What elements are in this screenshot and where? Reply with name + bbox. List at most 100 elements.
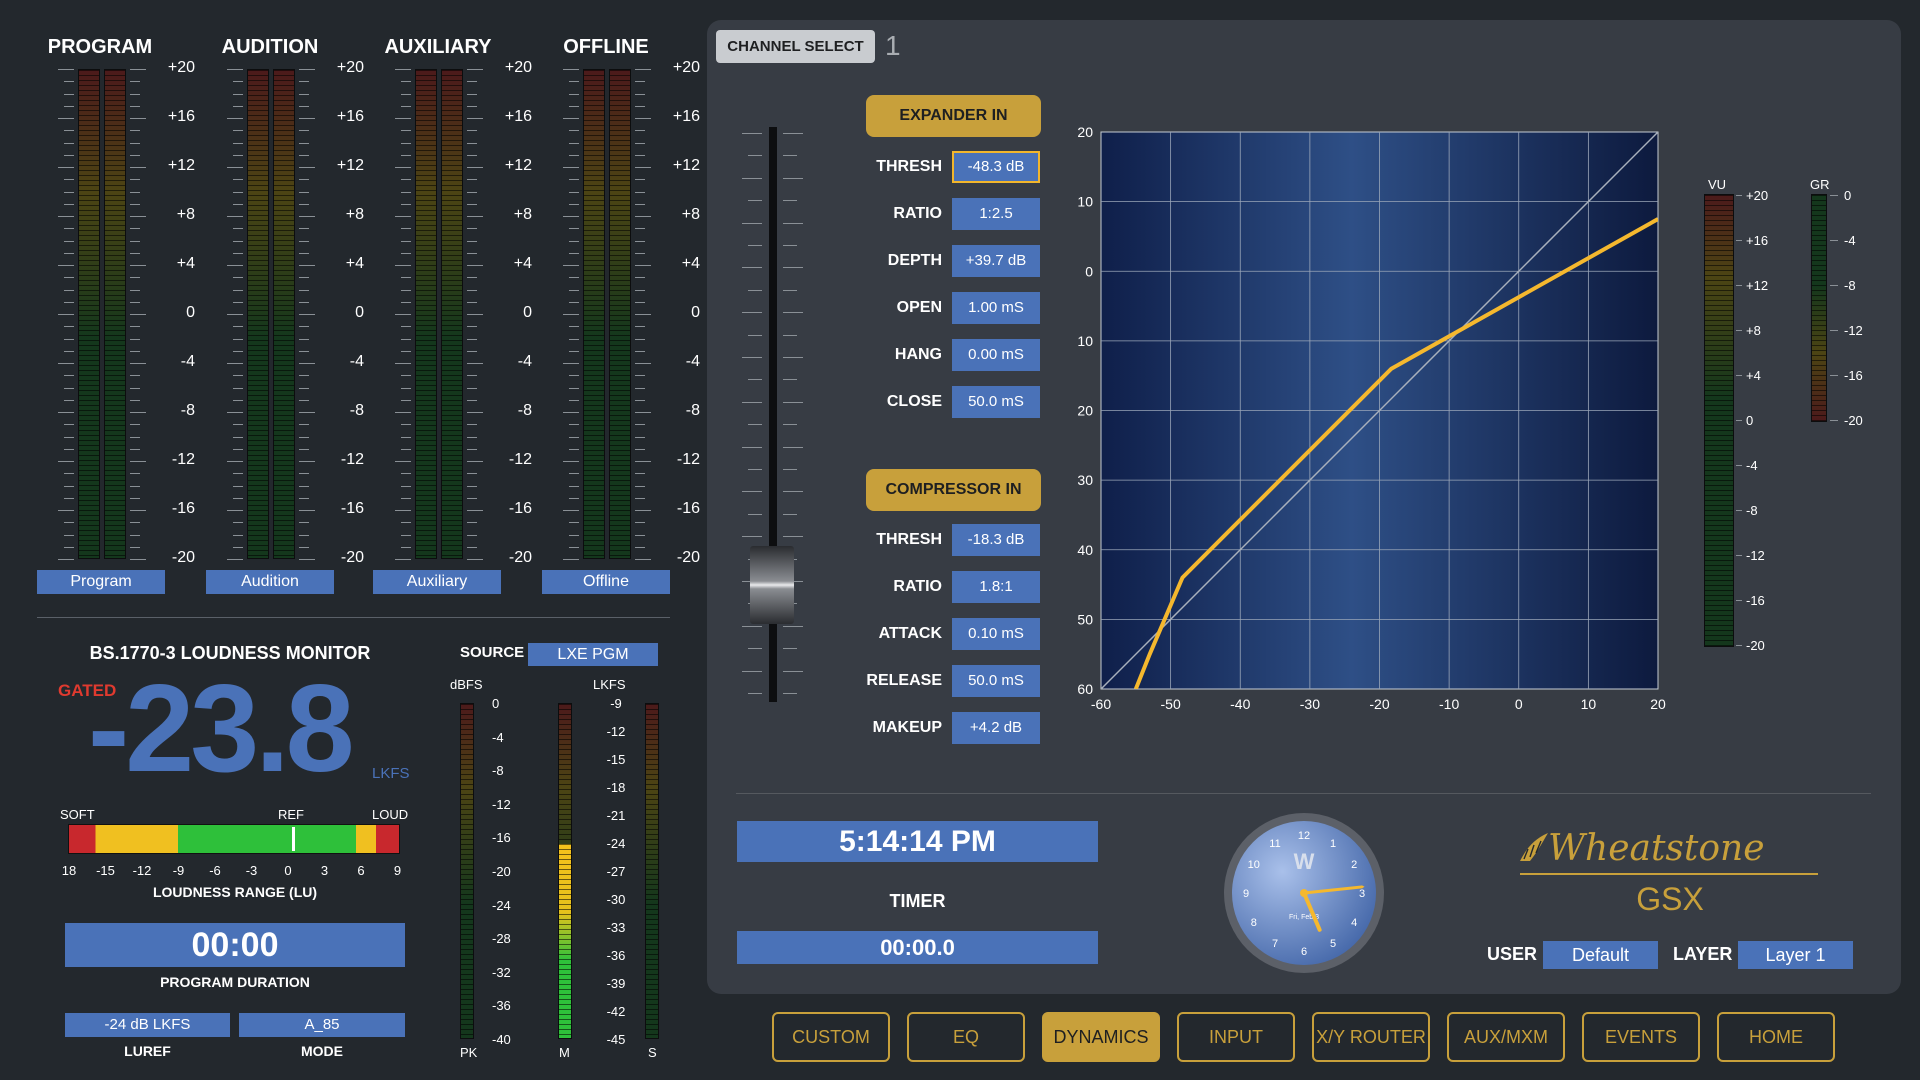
expander-hang-value[interactable]: 0.00 mS — [952, 339, 1040, 371]
gr-meter — [1811, 194, 1827, 422]
expander-thresh-value[interactable]: -48.3 dB — [952, 151, 1040, 183]
source-select[interactable]: LXE PGM — [528, 643, 658, 666]
meter-tick — [130, 228, 140, 230]
gr-label: GR — [1810, 177, 1830, 192]
nav-button-dynamics[interactable]: DYNAMICS — [1042, 1012, 1160, 1062]
vu-tick — [1736, 330, 1742, 331]
meter-tick — [233, 326, 243, 328]
expander-in-button[interactable]: EXPANDER IN — [866, 95, 1041, 137]
meter-tick — [227, 118, 243, 119]
fader-tick — [742, 401, 762, 403]
compressor-release-value[interactable]: 50.0 mS — [952, 665, 1040, 697]
meter-tick — [130, 216, 146, 217]
meter-tick — [130, 363, 146, 364]
meter-tick — [233, 448, 243, 450]
expander-open-value[interactable]: 1.00 mS — [952, 292, 1040, 324]
meter-tick — [233, 203, 243, 205]
luref-label: LUREF — [124, 1043, 171, 1059]
compressor-thresh-value[interactable]: -18.3 dB — [952, 524, 1040, 556]
expander-depth-label: DEPTH — [887, 252, 942, 269]
meter-source-program-button[interactable]: Program — [37, 570, 165, 594]
user-select[interactable]: Default — [1543, 941, 1658, 969]
meter-tick — [635, 167, 651, 168]
nav-button-input[interactable]: INPUT — [1177, 1012, 1295, 1062]
mode-value[interactable]: A_85 — [239, 1013, 405, 1037]
vu-tick — [1736, 555, 1742, 556]
fader-tick — [783, 401, 803, 403]
clock-center — [1300, 889, 1308, 897]
meter-tick — [233, 473, 243, 475]
meter-scale-label: +20 — [167, 59, 195, 76]
fader-tick — [742, 625, 762, 627]
meter-tick — [64, 485, 74, 487]
meter-tick — [299, 559, 315, 560]
meter-tick — [569, 154, 579, 156]
vu-scale-label: +16 — [1746, 233, 1769, 248]
fader-tick — [783, 133, 803, 134]
meter-tick — [233, 179, 243, 181]
fader-knob[interactable] — [750, 546, 794, 624]
chart-y-tick-label: 20 — [1077, 403, 1093, 419]
meter-tick — [130, 265, 146, 266]
meter-tick — [401, 497, 411, 499]
dbfs-scale-label: -40 — [492, 1032, 511, 1047]
meter-tick — [227, 461, 243, 462]
meter-tick — [569, 81, 579, 83]
meter-tick — [467, 240, 477, 242]
expander-depth-value[interactable]: +39.7 dB — [952, 245, 1040, 277]
meter-tick — [233, 424, 243, 426]
compressor-attack-value[interactable]: 0.10 mS — [952, 618, 1040, 650]
meter-tick — [569, 130, 579, 132]
meter-tick — [467, 497, 477, 499]
meter-scale-label: +20 — [336, 59, 364, 76]
meter-tick — [395, 510, 411, 511]
expander-close-value[interactable]: 50.0 mS — [952, 386, 1040, 418]
meter-tick — [299, 387, 309, 389]
meter-tick — [64, 130, 74, 132]
meter-tick — [635, 338, 645, 340]
gr-tick — [1830, 195, 1838, 196]
lkfs-scale-label: -39 — [606, 976, 626, 991]
meter-scale-label: +16 — [167, 108, 195, 125]
nav-button-aux-mxm[interactable]: AUX/MXM — [1447, 1012, 1565, 1062]
timer-value[interactable]: 00:00.0 — [737, 931, 1098, 964]
meter-source-auxiliary-button[interactable]: Auxiliary — [373, 570, 501, 594]
nav-button-custom[interactable]: CUSTOM — [772, 1012, 890, 1062]
meter-tick — [233, 81, 243, 83]
range-ref-label: REF — [278, 807, 304, 822]
luref-value[interactable]: -24 dB LKFS — [65, 1013, 230, 1037]
meter-source-audition-button[interactable]: Audition — [206, 570, 334, 594]
nav-button-events[interactable]: EVENTS — [1582, 1012, 1700, 1062]
divider — [37, 617, 670, 618]
meter-tick — [467, 228, 477, 230]
compressor-ratio-value[interactable]: 1.8:1 — [952, 571, 1040, 603]
meter-tick — [563, 461, 579, 462]
gr-tick — [1830, 285, 1838, 286]
meter-source-offline-button[interactable]: Offline — [542, 570, 670, 594]
meter-tick — [467, 216, 483, 217]
pk-label: PK — [460, 1045, 478, 1060]
layer-select[interactable]: Layer 1 — [1738, 941, 1853, 969]
meter-tick — [467, 436, 477, 438]
nav-button-home[interactable]: HOME — [1717, 1012, 1835, 1062]
compressor-in-button[interactable]: COMPRESSOR IN — [866, 469, 1041, 511]
meter-tick — [467, 69, 483, 70]
meter-tick — [130, 289, 140, 291]
meter-scale-label: 0 — [186, 304, 195, 321]
meter-tick — [233, 289, 243, 291]
loudness-range-tick: -12 — [132, 863, 152, 878]
meter-bar-audition-L — [247, 69, 269, 559]
loudness-range-tick: 3 — [320, 863, 329, 878]
expander-ratio-value[interactable]: 1:2.5 — [952, 198, 1040, 230]
meter-tick — [299, 265, 315, 266]
nav-button-eq[interactable]: EQ — [907, 1012, 1025, 1062]
meter-tick — [64, 142, 74, 144]
program-duration-value[interactable]: 00:00 — [65, 923, 405, 967]
clock-number: 12 — [1298, 830, 1310, 842]
compressor-makeup-value[interactable]: +4.2 dB — [952, 712, 1040, 744]
meter-tick — [233, 93, 243, 95]
nav-button-x-y-router[interactable]: X/Y ROUTER — [1312, 1012, 1430, 1062]
meter-scale-label: +20 — [504, 59, 532, 76]
fader-tick — [783, 513, 797, 515]
channel-select-button[interactable]: CHANNEL SELECT — [716, 30, 875, 63]
